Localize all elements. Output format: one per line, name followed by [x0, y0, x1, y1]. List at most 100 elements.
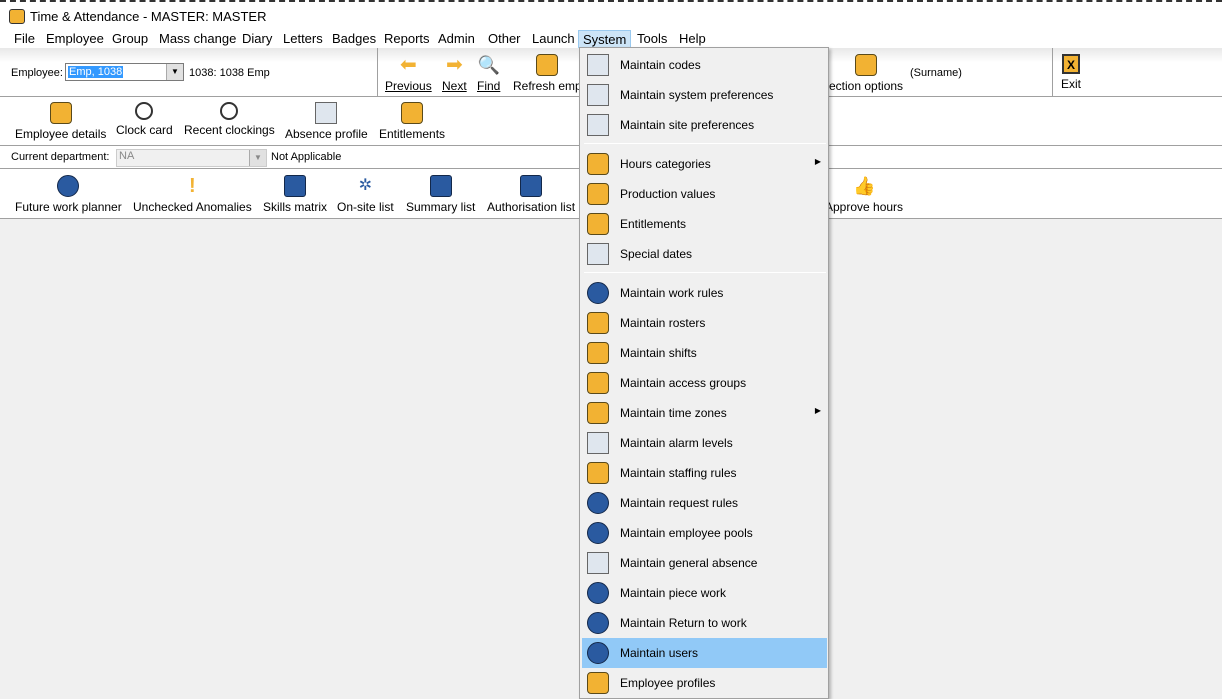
menu-item-label: Production values: [620, 187, 716, 201]
menu-item-maintain-general-absence[interactable]: Maintain general absence: [582, 548, 827, 578]
employee-pools-icon: [587, 522, 609, 544]
employee-combo[interactable]: Emp, 1038 ▼: [65, 63, 184, 81]
menu-separator: [584, 143, 826, 144]
menu-other[interactable]: Other: [484, 30, 525, 48]
menu-item-maintain-alarm-levels[interactable]: Maintain alarm levels: [582, 428, 827, 458]
menu-item-label: Maintain codes: [620, 58, 701, 72]
menu-reports[interactable]: Reports: [380, 30, 434, 48]
menu-item-maintain-request-rules[interactable]: Maintain request rules: [582, 488, 827, 518]
selection-options-button[interactable]: ection options: [829, 54, 903, 93]
recent-clockings-button[interactable]: Recent clockings: [184, 102, 275, 137]
menu-mass-change[interactable]: Mass change: [155, 30, 240, 48]
briefcase-icon: [401, 102, 424, 124]
menu-file[interactable]: File: [10, 30, 39, 48]
menu-item-maintain-piece-work[interactable]: Maintain piece work: [582, 578, 827, 608]
menu-item-maintain-return-to-work[interactable]: Maintain Return to work: [582, 608, 827, 638]
menu-item-maintain-access-groups[interactable]: Maintain access groups: [582, 368, 827, 398]
menu-badges[interactable]: Badges: [328, 30, 380, 48]
menu-item-hours-categories[interactable]: Hours categories ▶: [582, 149, 827, 179]
clock-card-button[interactable]: Clock card: [116, 102, 173, 137]
menu-item-maintain-site-preferences[interactable]: Maintain site preferences: [582, 110, 827, 140]
menu-item-label: Special dates: [620, 247, 693, 261]
employee-details-button[interactable]: Employee details: [15, 102, 106, 141]
menu-diary[interactable]: Diary: [238, 30, 276, 48]
menu-admin[interactable]: Admin: [434, 30, 479, 48]
authorisation-list-button[interactable]: Authorisation list: [487, 175, 575, 214]
chevron-down-icon[interactable]: ▼: [249, 150, 266, 166]
menu-letters[interactable]: Letters: [279, 30, 327, 48]
app-icon: [9, 9, 25, 24]
arrows-inward-icon: ✲: [358, 177, 373, 194]
summary-list-icon: [429, 175, 452, 197]
menu-item-label: Maintain rosters: [620, 316, 706, 330]
menu-group[interactable]: Group: [108, 30, 152, 48]
shifts-icon: [587, 342, 609, 364]
employee-label: Employee:: [11, 67, 63, 79]
menu-item-label: Hours categories: [620, 157, 711, 171]
menu-item-maintain-users[interactable]: Maintain users: [582, 638, 827, 668]
department-value: NA: [119, 150, 135, 162]
system-preferences-icon: [587, 84, 609, 106]
production-values-icon: [587, 183, 609, 205]
employee-details-icon: [49, 102, 72, 124]
menu-employee[interactable]: Employee: [42, 30, 108, 48]
menu-help[interactable]: Help: [675, 30, 710, 48]
entitlements-button[interactable]: Entitlements: [379, 102, 445, 141]
menu-item-maintain-codes[interactable]: Maintain codes: [582, 50, 827, 80]
menu-item-maintain-time-zones[interactable]: Maintain time zones ▶: [582, 398, 827, 428]
request-rules-icon: [587, 492, 609, 514]
menu-item-production-values[interactable]: Production values: [582, 179, 827, 209]
clock-card-icon: [135, 102, 154, 120]
menu-item-maintain-staffing-rules[interactable]: Maintain staffing rules: [582, 458, 827, 488]
department-combo[interactable]: NA ▼: [116, 149, 267, 167]
department-label: Current department:: [11, 151, 110, 163]
skills-matrix-button[interactable]: Skills matrix: [263, 175, 327, 214]
menu-item-label: Maintain access groups: [620, 376, 747, 390]
menu-item-label: Maintain staffing rules: [620, 466, 737, 480]
menu-tools[interactable]: Tools: [633, 30, 671, 48]
menu-item-label: Maintain employee pools: [620, 526, 753, 540]
find-button[interactable]: 🔍 Find: [477, 54, 500, 93]
menu-item-label: Maintain users: [620, 646, 699, 660]
toolbar-separator: [377, 48, 378, 97]
menu-item-label: Maintain Return to work: [620, 616, 747, 630]
menu-item-label: Maintain shifts: [620, 346, 697, 360]
absence-profile-button[interactable]: Absence profile: [285, 102, 368, 141]
exit-icon: X: [1062, 54, 1080, 74]
menu-item-maintain-work-rules[interactable]: Maintain work rules: [582, 278, 827, 308]
menu-system[interactable]: System: [578, 30, 632, 48]
alarm-levels-icon: [587, 432, 609, 454]
chevron-down-icon[interactable]: ▼: [166, 64, 183, 80]
previous-button[interactable]: ⬅ Previous: [385, 54, 432, 93]
exit-button[interactable]: X Exit: [1061, 54, 1081, 91]
time-zones-icon: [587, 402, 609, 424]
menu-bar: File Employee Group Mass change Diary Le…: [0, 28, 1222, 48]
menu-item-special-dates[interactable]: Special dates: [582, 239, 827, 269]
unchecked-anomalies-button[interactable]: ! Unchecked Anomalies: [133, 175, 252, 214]
menu-item-maintain-employee-pools[interactable]: Maintain employee pools: [582, 518, 827, 548]
approve-hours-button[interactable]: 👍 Approve hours: [825, 175, 903, 214]
menu-item-label: Entitlements: [620, 217, 687, 231]
checkmark-icon: [520, 175, 543, 197]
refresh-employee-button[interactable]: Refresh emp: [513, 54, 582, 93]
menu-item-entitlements[interactable]: Entitlements: [582, 209, 827, 239]
menu-item-label: Maintain alarm levels: [620, 436, 733, 450]
access-groups-icon: [587, 372, 609, 394]
menu-item-maintain-shifts[interactable]: Maintain shifts: [582, 338, 827, 368]
next-button[interactable]: ➡ Next: [442, 54, 467, 93]
absence-profile-icon: [315, 102, 338, 124]
menu-item-employee-profiles[interactable]: Employee profiles: [582, 668, 827, 698]
on-site-list-button[interactable]: ✲ On-site list: [337, 175, 394, 214]
summary-list-button[interactable]: Summary list: [406, 175, 475, 214]
menu-launch[interactable]: Launch: [528, 30, 579, 48]
arrow-left-icon: ⬅: [399, 54, 417, 76]
menu-item-maintain-system-preferences[interactable]: Maintain system preferences: [582, 80, 827, 110]
menu-item-label: Maintain time zones: [620, 406, 727, 420]
menu-item-maintain-rosters[interactable]: Maintain rosters: [582, 308, 827, 338]
toolbar-separator: [1052, 48, 1053, 97]
system-menu-dropdown: Maintain codes Maintain system preference…: [579, 47, 829, 699]
menu-item-label: Maintain general absence: [620, 556, 758, 570]
return-to-work-icon: [587, 612, 609, 634]
future-work-planner-button[interactable]: Future work planner: [15, 175, 122, 214]
codes-icon: [587, 54, 609, 76]
